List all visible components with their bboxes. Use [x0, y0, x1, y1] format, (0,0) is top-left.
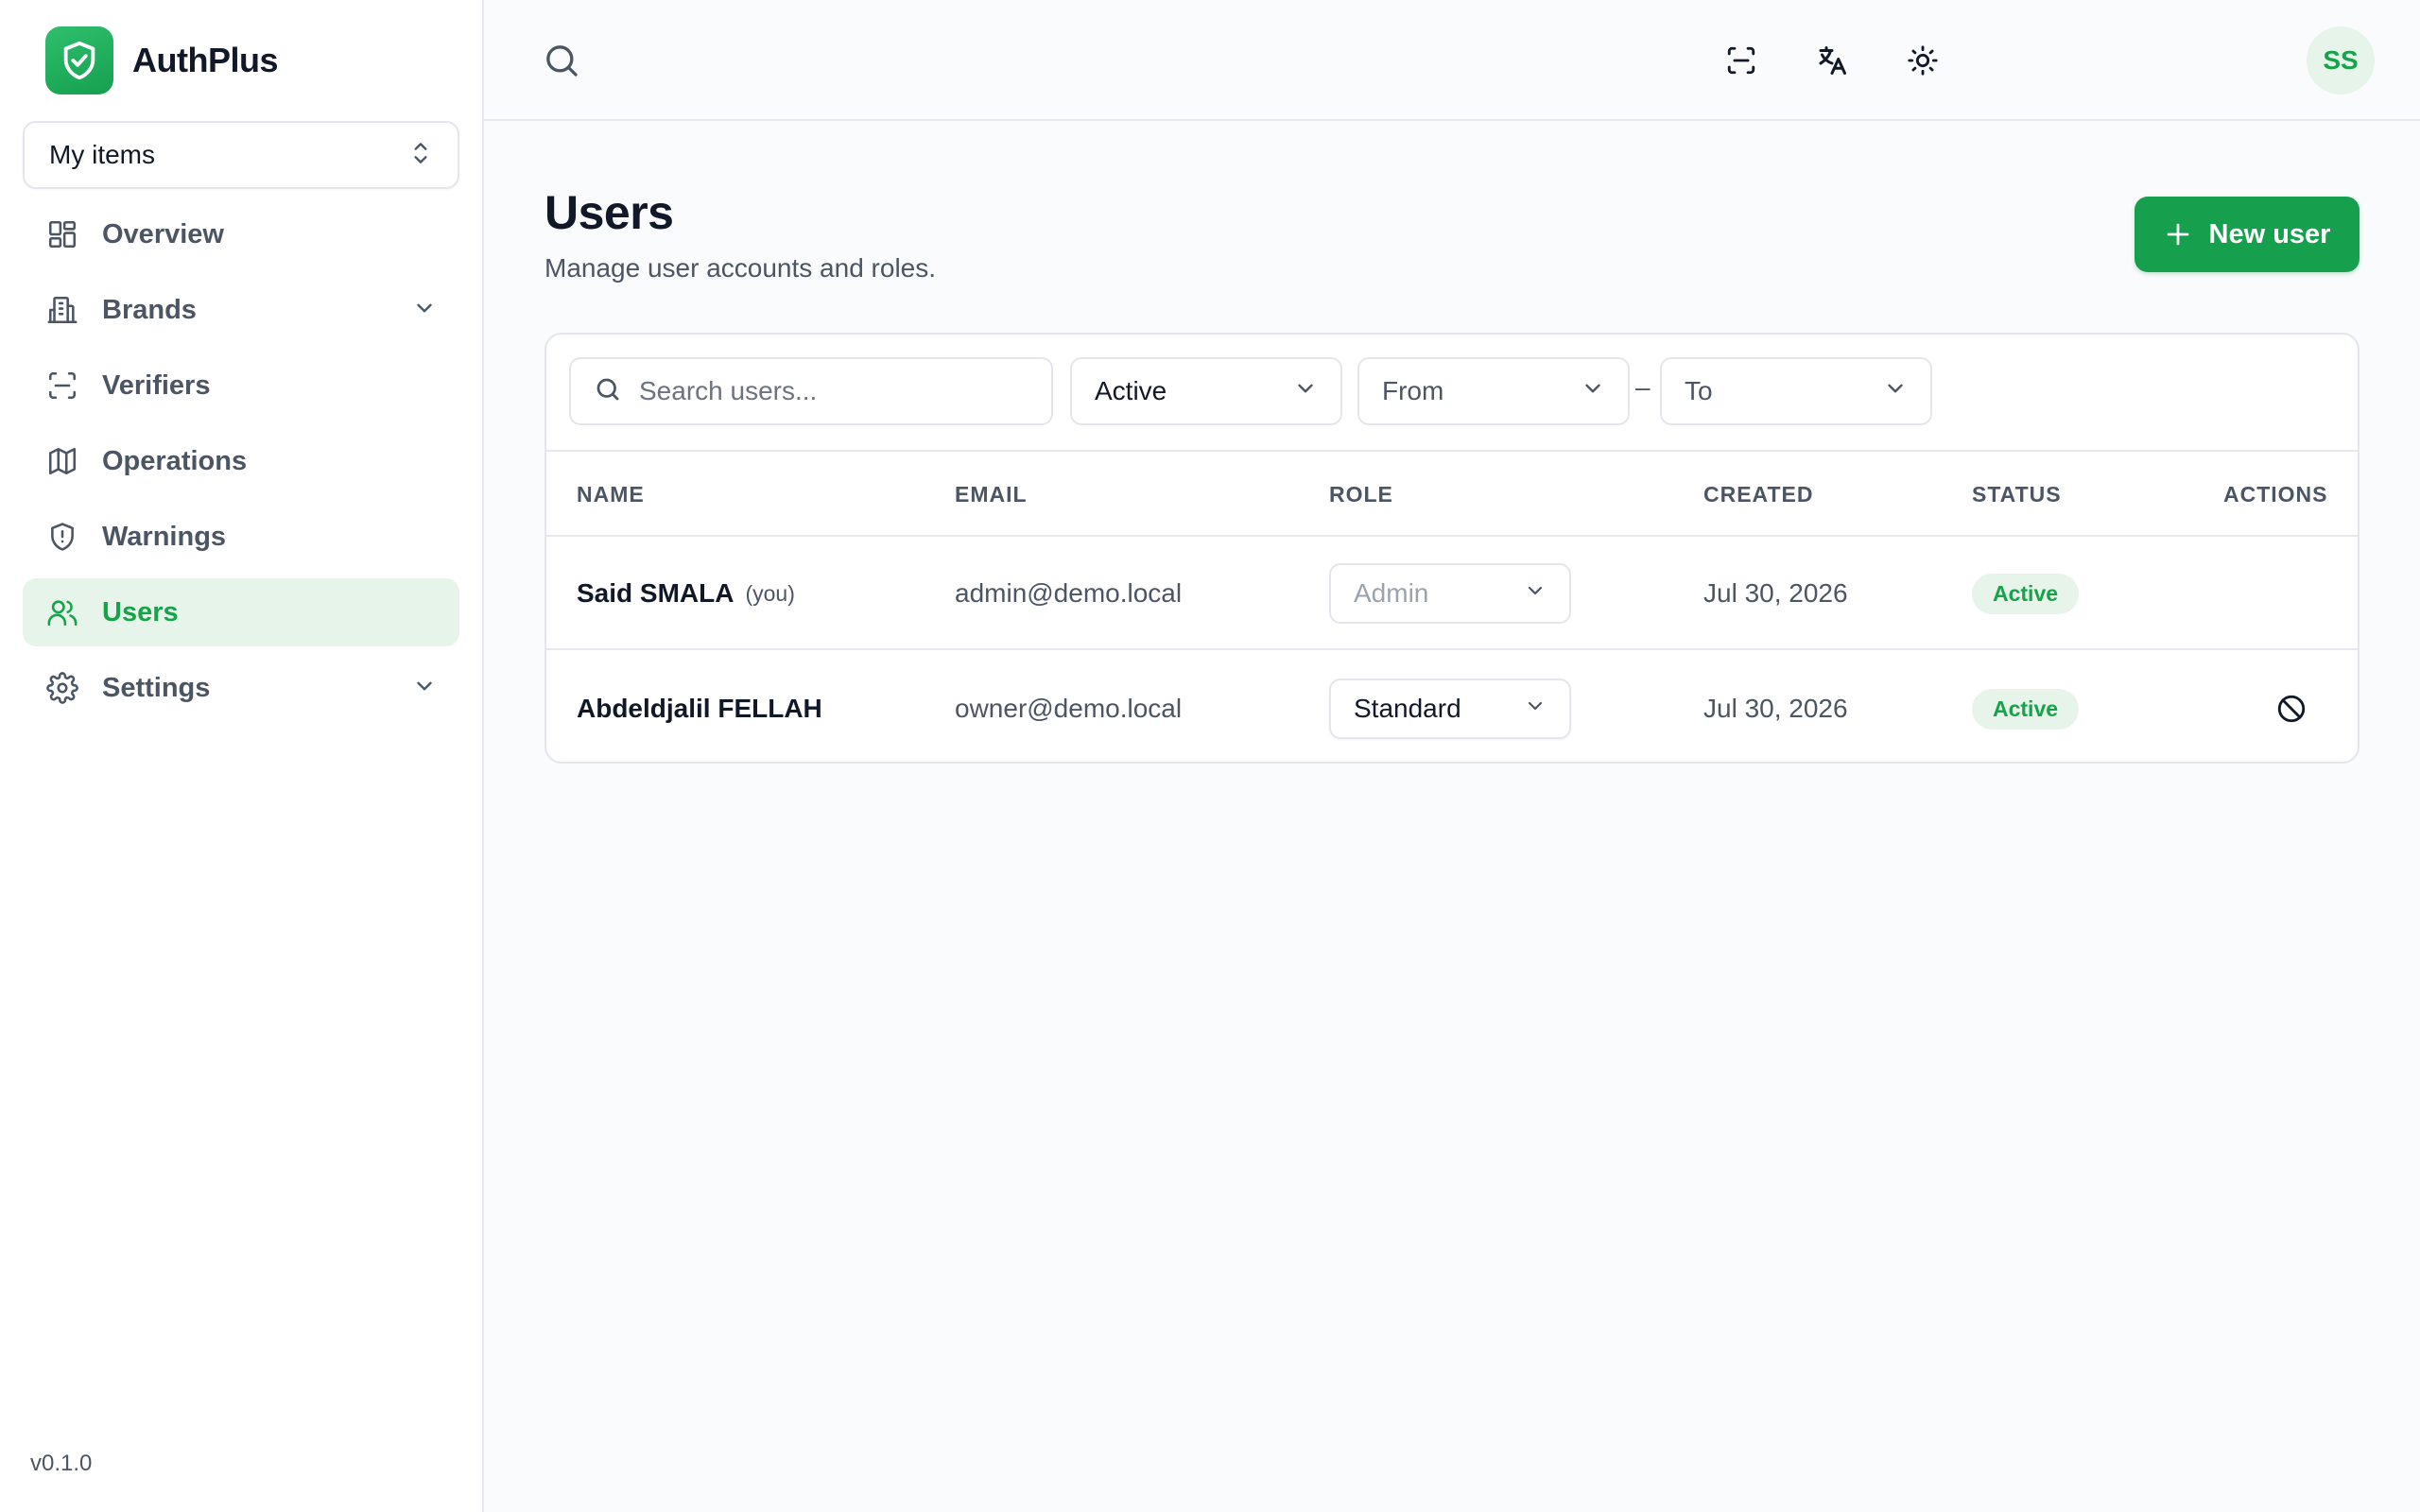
sidebar-item-label: Operations [102, 445, 248, 476]
column-header-name: NAME [577, 482, 645, 507]
search-input[interactable] [639, 376, 1017, 406]
to-date-label: To [1685, 376, 1713, 405]
table-row: Said SMALA (you) admin@demo.local Admin … [546, 537, 2358, 650]
sidebar-item-brands[interactable]: Brands [23, 276, 459, 344]
search-field[interactable] [569, 357, 1053, 425]
status-cell: Active [1972, 652, 2080, 762]
sidebar-item-label: Overview [102, 218, 224, 249]
sidebar: AuthPlus My items Overview Brands Verifi… [0, 0, 484, 1512]
scan-icon[interactable] [1717, 36, 1766, 85]
filter-bar: Active From – To [546, 335, 2358, 452]
status-filter-select[interactable]: Active [1070, 357, 1342, 425]
role-cell: Admin [1329, 537, 1571, 650]
app-version: v0.1.0 [30, 1451, 93, 1476]
column-header-created: CREATED [1703, 482, 1814, 507]
avatar[interactable]: SS [2307, 26, 2375, 94]
sidebar-item-label: Users [102, 596, 179, 627]
sidebar-item-warnings[interactable]: Warnings [23, 503, 459, 571]
from-date-select[interactable]: From [1357, 357, 1630, 425]
user-name-cell: Said SMALA (you) [577, 537, 795, 650]
role-select-disabled: Admin [1329, 563, 1571, 624]
chevron-down-icon [412, 296, 437, 325]
workspace-selector[interactable]: My items [23, 121, 459, 189]
user-name: Abdeldjalil FELLAH [577, 694, 822, 723]
actions-cell [2269, 652, 2314, 762]
shield-alert-icon [45, 520, 79, 554]
sidebar-item-label: Warnings [102, 521, 227, 552]
chevron-down-icon [1524, 694, 1547, 724]
gear-icon [45, 671, 79, 705]
page-title: Users [544, 186, 674, 239]
page-subtitle: Manage user accounts and roles. [544, 253, 937, 283]
ban-icon[interactable] [2269, 686, 2314, 731]
sidebar-item-operations[interactable]: Operations [23, 427, 459, 495]
status-badge: Active [1972, 688, 2080, 730]
column-header-actions: ACTIONS [2223, 482, 2328, 507]
user-email: owner@demo.local [955, 694, 1183, 723]
grid-icon [45, 217, 79, 251]
user-name: Said SMALA [577, 578, 735, 608]
role-select[interactable]: Standard [1329, 679, 1571, 739]
sidebar-nav: Overview Brands Verifiers Operations War… [23, 200, 459, 730]
app-name: AuthPlus [132, 41, 279, 79]
sidebar-item-label: Settings [102, 672, 211, 703]
building-icon [45, 293, 79, 327]
status-filter-value: Active [1095, 376, 1167, 405]
chevron-down-icon [1293, 376, 1318, 407]
status-cell: Active [1972, 537, 2080, 650]
chevron-down-icon [1524, 578, 1547, 609]
workspace-label: My items [49, 140, 155, 169]
to-date-select[interactable]: To [1660, 357, 1932, 425]
sidebar-item-settings[interactable]: Settings [23, 654, 459, 722]
role-value: Admin [1354, 578, 1429, 608]
plus-icon [2164, 220, 2192, 249]
topbar: SS [484, 0, 2420, 121]
users-table-card: Active From – To NAME EMAIL ROLE CREATED… [544, 333, 2360, 764]
search-icon [594, 375, 622, 408]
sun-icon[interactable] [1898, 36, 1947, 85]
chevron-down-icon [1883, 376, 1908, 407]
user-name-cell: Abdeldjalil FELLAH [577, 652, 822, 762]
new-user-button[interactable]: New user [2135, 197, 2360, 272]
column-header-role: ROLE [1329, 482, 1393, 507]
column-header-status: STATUS [1972, 482, 2062, 507]
sidebar-item-label: Verifiers [102, 369, 211, 401]
sidebar-item-overview[interactable]: Overview [23, 200, 459, 268]
role-value: Standard [1354, 694, 1461, 723]
user-email: admin@demo.local [955, 578, 1183, 608]
from-date-label: From [1382, 376, 1444, 405]
created-date: Jul 30, 2026 [1703, 578, 1848, 608]
map-icon [45, 444, 79, 478]
search-icon[interactable] [541, 40, 582, 81]
translate-icon[interactable] [1807, 36, 1857, 85]
sidebar-item-verifiers[interactable]: Verifiers [23, 352, 459, 420]
users-icon [45, 595, 79, 629]
sidebar-item-users[interactable]: Users [23, 578, 459, 646]
scan-icon [45, 369, 79, 403]
shield-check-logo-icon [45, 26, 113, 94]
chevron-down-icon [1581, 376, 1605, 407]
date-range-separator: – [1635, 372, 1651, 402]
sidebar-item-label: Brands [102, 294, 197, 325]
table-row: Abdeldjalil FELLAH owner@demo.local Stan… [546, 652, 2358, 762]
created-date: Jul 30, 2026 [1703, 694, 1848, 723]
status-badge: Active [1972, 573, 2080, 614]
column-header-email: EMAIL [955, 482, 1028, 507]
table-header: NAME EMAIL ROLE CREATED STATUS ACTIONS [546, 452, 2358, 537]
new-user-label: New user [2208, 218, 2331, 249]
chevron-down-icon [412, 674, 437, 703]
you-tag: (you) [745, 580, 795, 606]
chevrons-up-down-icon [408, 139, 433, 172]
role-cell: Standard [1329, 652, 1571, 762]
brand[interactable]: AuthPlus [45, 26, 279, 94]
